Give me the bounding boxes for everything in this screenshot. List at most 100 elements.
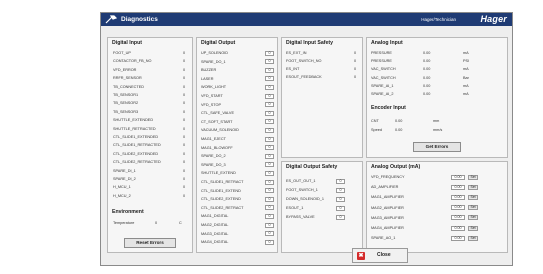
digital-output-safety-toggle[interactable]: 0: [336, 205, 345, 211]
analog-output-row: AD_AMPLIFIER: [371, 184, 441, 190]
digital-output-row: WORK_LIGHT: [201, 84, 275, 90]
analog-output-set-button[interactable]: Set: [468, 235, 478, 241]
analog-output-set-button[interactable]: Set: [468, 205, 478, 211]
analog-input-row: PRESSURE 0.00 PSI: [371, 58, 503, 64]
digital-input-safety-value: 0: [354, 59, 357, 63]
digital-output-label: VFD_STOP: [201, 102, 221, 107]
digital-input-label: SHUTTLE_EXTENDED: [113, 118, 154, 123]
analog-output-row: MAG2_AMPLIFIER: [371, 205, 441, 211]
digital-input-label: CTL_SLIDE2_RETRACTED: [113, 160, 161, 165]
digital-input-label: CONTACTOR_FB_NO: [113, 59, 152, 64]
digital-output-toggle[interactable]: 0: [265, 188, 274, 194]
analog-output-field[interactable]: 0.00: [451, 205, 465, 211]
analog-input-unit: mA: [463, 67, 469, 72]
digital-input-label: TB_SENSOR3: [113, 109, 139, 114]
digital-output-safety-label: FOOT_SWITCH_1: [286, 188, 318, 192]
digital-output-toggle[interactable]: 0: [265, 153, 274, 159]
analog-output-field[interactable]: 0.00: [451, 174, 465, 180]
digital-input-value: 0: [183, 51, 186, 55]
digital-output-safety-row: ESOUT_1: [286, 205, 360, 211]
digital-output-toggle[interactable]: 0: [265, 145, 274, 151]
digital-output-safety-toggle[interactable]: 0: [336, 214, 345, 220]
digital-input-label: CTL_SLIDE1_EXTENDED: [113, 135, 159, 139]
digital-output-toggle[interactable]: 0: [265, 67, 274, 73]
get-errors-button[interactable]: Get Errors: [413, 142, 461, 152]
digital-output-toggle[interactable]: 0: [265, 170, 274, 176]
analog-input-unit: mA: [463, 51, 469, 55]
digital-output-toggle[interactable]: 0: [265, 179, 274, 185]
digital-output-row: MAG1_DIGITAL: [201, 213, 275, 219]
digital-input-row: CONTACTOR_FB_NO 0: [113, 58, 189, 64]
digital-output-toggle[interactable]: 0: [265, 205, 274, 211]
digital-output-label: VFD_START: [201, 94, 223, 98]
analog-output-row: SPARE_AO_1: [371, 235, 441, 241]
digital-output-row: MAG3_DIGITAL: [201, 231, 275, 237]
analog-output-field[interactable]: 0.00: [451, 194, 465, 200]
digital-output-toggle[interactable]: 0: [265, 162, 274, 168]
analog-input-value: 0.00: [423, 83, 431, 88]
analog-output-field[interactable]: 0.00: [451, 225, 465, 231]
digital-output-toggle[interactable]: 0: [265, 127, 274, 133]
digital-output-toggle[interactable]: 0: [265, 196, 274, 202]
digital-output-safety-toggle[interactable]: 0: [336, 187, 345, 193]
digital-output-safety-label: ESOUT_1: [286, 206, 304, 210]
digital-input-row: SPARE_DI_1 0: [113, 168, 189, 174]
analog-input-row: VAC_SWITCH 0.00 Bar: [371, 75, 503, 81]
encoder-label: CNT: [371, 119, 379, 123]
encoder-row: Speed 0.00 mm/s: [371, 127, 503, 133]
digital-input-row: VFD_ERROR 0: [113, 67, 189, 73]
analog-output-field[interactable]: 0.00: [451, 215, 465, 221]
digital-output-safety-toggle[interactable]: 0: [336, 178, 345, 184]
analog-output-set-button[interactable]: Set: [468, 225, 478, 231]
digital-output-label: CTL_SLIDE2_RETRACT: [201, 205, 244, 210]
digital-input-safety-label: ESOUT_FEEDBACK: [286, 75, 322, 79]
digital-output-toggle[interactable]: 0: [265, 59, 274, 65]
digital-output-safety-toggle[interactable]: 0: [336, 196, 345, 202]
digital-output-row: CTL_SLIDE2_EXTEND: [201, 196, 275, 202]
analog-output-set-button[interactable]: Set: [468, 184, 478, 190]
digital-output-row: VFD_STOP: [201, 102, 275, 108]
digital-output-toggle[interactable]: 0: [265, 222, 274, 228]
digital-output-toggle[interactable]: 0: [265, 213, 274, 219]
digital-output-safety-label: BYPASS_VALVE: [286, 215, 315, 219]
analog-output-set-button[interactable]: Set: [468, 174, 478, 180]
digital-input-safety-label: ES_EXT_IN: [286, 51, 307, 55]
digital-output-toggle[interactable]: 0: [265, 76, 274, 82]
analog-input-value: 0.00: [423, 67, 431, 72]
digital-output-toggle[interactable]: 0: [265, 50, 274, 56]
digital-output-toggle[interactable]: 0: [265, 239, 274, 245]
digital-output-row: UP_SOLENOID: [201, 50, 275, 56]
digital-output-toggle[interactable]: 0: [265, 119, 274, 125]
analog-input-row: VAC_SWITCH 0.00 mA: [371, 66, 503, 72]
digital-output-label: CTL_SAFE_VALVE: [201, 111, 234, 116]
reset-errors-button[interactable]: Reset Errors: [124, 238, 176, 248]
digital-output-toggle[interactable]: 0: [265, 93, 274, 99]
digital-input-value: 0: [183, 160, 186, 165]
digital-output-label: UP_SOLENOID: [201, 51, 229, 55]
window-title: Diagnostics: [121, 16, 158, 23]
close-button[interactable]: ✖ Close: [352, 248, 408, 263]
analog-output-set-button[interactable]: Set: [468, 215, 478, 221]
analog-output-label: MAG1_AMPLIFIER: [371, 195, 404, 200]
digital-input-value: 0: [183, 76, 186, 81]
digital-output-toggle[interactable]: 0: [265, 231, 274, 237]
analog-output-field[interactable]: 0.00: [451, 235, 465, 241]
digital-output-toggle[interactable]: 0: [265, 84, 274, 90]
temperature-label: Temperature: [113, 221, 135, 225]
encoder-unit: mm/s: [433, 128, 443, 132]
digital-output-toggle[interactable]: 0: [265, 136, 274, 142]
digital-output-toggle[interactable]: 0: [265, 102, 274, 108]
digital-input-row: TB_CONNECTED 0: [113, 84, 189, 90]
digital-output-label: LASER: [201, 76, 214, 81]
analog-output-label: MAG4_AMPLIFIER: [371, 226, 404, 230]
analog-output-field[interactable]: 0.00: [451, 184, 465, 190]
digital-input-label: SPARE_DI_1: [113, 168, 136, 173]
digital-input-label: H_MCU_2: [113, 193, 131, 198]
digital-input-row: RRFR_SENSOR 0: [113, 75, 189, 81]
analog-output-set-button[interactable]: Set: [468, 194, 478, 200]
digital-output-row: VACUUM_SOLENOID: [201, 127, 275, 133]
digital-output-row: CTL_SAFE_VALVE: [201, 110, 275, 116]
digital-output-row: CT_SOFT_START: [201, 119, 275, 125]
digital-output-toggle[interactable]: 0: [265, 110, 274, 116]
analog-input-row: PRESSURE 0.00 mA: [371, 50, 503, 56]
